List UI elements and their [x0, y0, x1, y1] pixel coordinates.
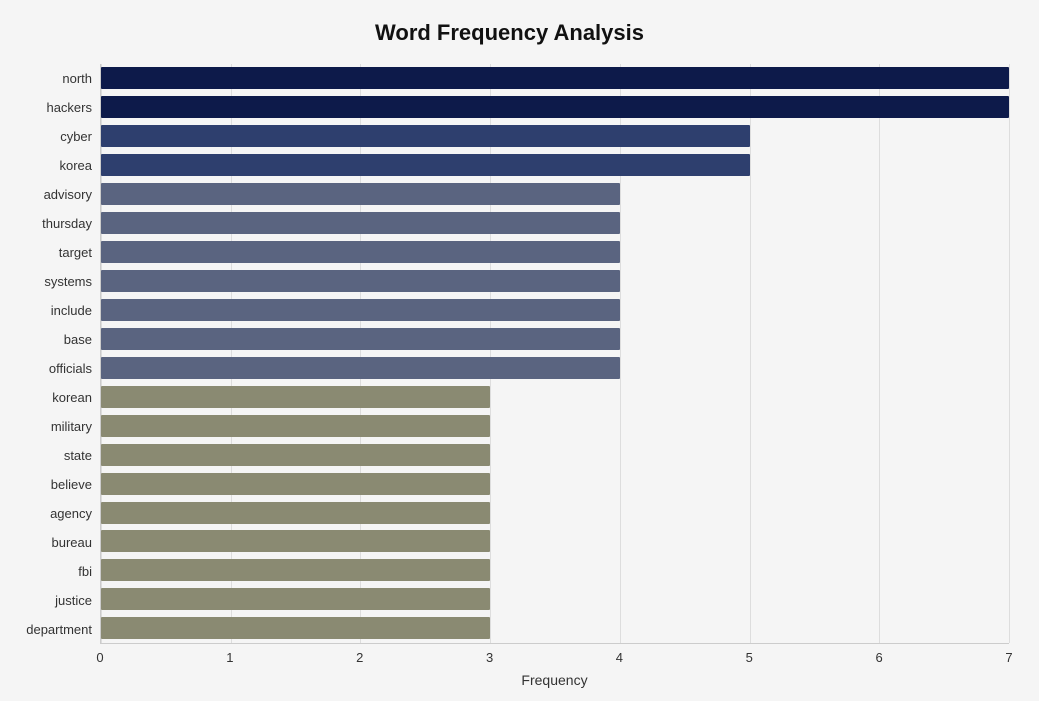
y-label: military	[51, 414, 92, 440]
x-tick: 3	[486, 650, 493, 665]
y-label: thursday	[42, 211, 92, 237]
bar-row	[101, 615, 1009, 641]
x-tick: 2	[356, 650, 363, 665]
bar-row	[101, 413, 1009, 439]
bar-row	[101, 326, 1009, 352]
grid-line	[620, 64, 621, 643]
x-tick: 0	[96, 650, 103, 665]
x-tick: 4	[616, 650, 623, 665]
bar-row	[101, 442, 1009, 468]
plot-area	[100, 64, 1009, 644]
bar	[101, 183, 620, 205]
bar	[101, 241, 620, 263]
bar-row	[101, 94, 1009, 120]
bar	[101, 270, 620, 292]
bar	[101, 125, 750, 147]
y-label: include	[51, 298, 92, 324]
bar-row	[101, 297, 1009, 323]
bar-row	[101, 528, 1009, 554]
y-label: justice	[55, 588, 92, 614]
bar	[101, 386, 490, 408]
y-label: target	[59, 240, 92, 266]
bar	[101, 328, 620, 350]
grid-line	[101, 64, 102, 643]
grid-line	[360, 64, 361, 643]
y-label: korea	[59, 153, 92, 179]
bar-row	[101, 500, 1009, 526]
y-label: state	[64, 443, 92, 469]
bar-row	[101, 210, 1009, 236]
bar	[101, 96, 1009, 118]
x-axis-label: Frequency	[100, 672, 1009, 688]
bar	[101, 212, 620, 234]
bar-row	[101, 65, 1009, 91]
y-label: bureau	[52, 530, 92, 556]
y-axis: north hackers cyber korea advisory thursday ta…	[10, 64, 100, 644]
y-label: believe	[51, 472, 92, 498]
grid-line	[1009, 64, 1010, 643]
bar	[101, 617, 490, 639]
x-tick: 6	[876, 650, 883, 665]
x-tick: 7	[1005, 650, 1012, 665]
y-label: agency	[50, 501, 92, 527]
bar-row	[101, 384, 1009, 410]
bar-row	[101, 471, 1009, 497]
y-label: department	[26, 617, 92, 643]
bar-row	[101, 181, 1009, 207]
bar	[101, 444, 490, 466]
bar-row	[101, 123, 1009, 149]
chart-area: north hackers cyber korea advisory thursday ta…	[10, 64, 1009, 644]
y-label: officials	[49, 356, 92, 382]
chart-container: Word Frequency Analysis north hackers cybe…	[0, 0, 1039, 701]
bar-row	[101, 355, 1009, 381]
bar-row	[101, 268, 1009, 294]
chart-title: Word Frequency Analysis	[10, 20, 1009, 46]
y-label: korean	[52, 385, 92, 411]
x-tick: 5	[746, 650, 753, 665]
bar-row	[101, 239, 1009, 265]
bar	[101, 299, 620, 321]
bar	[101, 530, 490, 552]
grid-line	[879, 64, 880, 643]
x-tick: 1	[226, 650, 233, 665]
y-label: systems	[44, 269, 92, 295]
y-label: hackers	[46, 95, 92, 121]
grid-line	[490, 64, 491, 643]
bar-row	[101, 586, 1009, 612]
bar	[101, 67, 1009, 89]
bar-row	[101, 557, 1009, 583]
bar	[101, 473, 490, 495]
y-label: fbi	[78, 559, 92, 585]
x-axis: 01234567	[100, 644, 1009, 668]
bar	[101, 588, 490, 610]
y-label: base	[64, 327, 92, 353]
y-label: cyber	[60, 124, 92, 150]
bar	[101, 154, 750, 176]
bar	[101, 415, 490, 437]
bar	[101, 357, 620, 379]
grid-line	[750, 64, 751, 643]
y-label: advisory	[44, 182, 92, 208]
bar-row	[101, 152, 1009, 178]
grid-line	[231, 64, 232, 643]
bar	[101, 502, 490, 524]
y-label: north	[62, 66, 92, 92]
bar	[101, 559, 490, 581]
